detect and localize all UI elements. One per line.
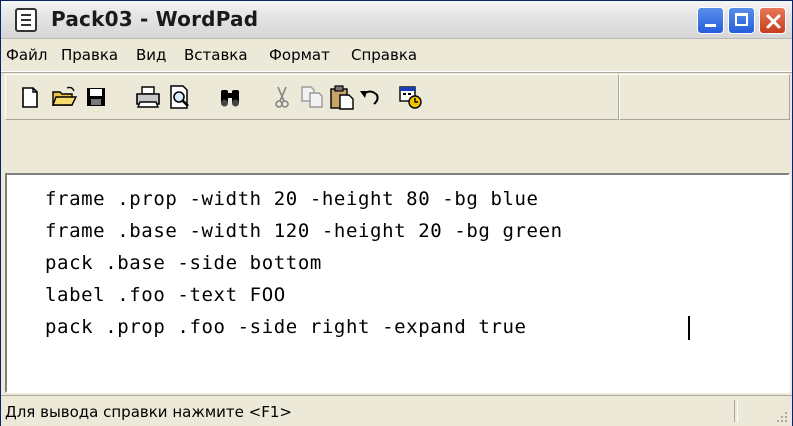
- menu-format[interactable]: Формат: [269, 46, 330, 64]
- wordpad-window: Pack03 - WordPad Файл Правка Вид Вставка…: [0, 0, 793, 426]
- close-button[interactable]: [759, 7, 786, 34]
- cut-scissors-icon[interactable]: [268, 83, 296, 111]
- minimize-icon: [705, 24, 716, 27]
- window-title: Pack03 - WordPad: [51, 7, 259, 31]
- wordpad-document-icon[interactable]: [15, 8, 37, 32]
- menu-file[interactable]: Файл: [6, 46, 47, 64]
- document-line[interactable]: pack .base -side bottom: [45, 252, 322, 274]
- document-line[interactable]: label .foo -text FOO: [45, 284, 286, 306]
- status-separator: [734, 400, 738, 422]
- print-icon[interactable]: [134, 83, 162, 111]
- document-line[interactable]: frame .base -width 120 -height 20 -bg gr…: [45, 220, 563, 242]
- status-bar: Для вывода справки нажмите <F1>: [1, 395, 792, 426]
- new-document-icon[interactable]: [16, 83, 44, 111]
- title-bar[interactable]: Pack03 - WordPad: [1, 1, 792, 39]
- menu-view[interactable]: Вид: [136, 46, 166, 64]
- status-text: Для вывода справки нажмите <F1>: [5, 403, 292, 421]
- undo-icon[interactable]: [356, 83, 384, 111]
- menu-bar: Файл Правка Вид Вставка Формат Справка: [1, 39, 792, 72]
- menu-help[interactable]: Справка: [351, 46, 417, 64]
- document-line[interactable]: frame .prop -width 20 -height 80 -bg blu…: [45, 188, 539, 210]
- save-disk-icon[interactable]: [82, 83, 110, 111]
- menu-insert[interactable]: Вставка: [184, 46, 248, 64]
- toolbar-empty-band: [619, 74, 790, 120]
- paste-clipboard-icon[interactable]: [328, 83, 356, 111]
- resize-grip-icon[interactable]: [774, 409, 788, 423]
- menu-edit[interactable]: Правка: [61, 46, 118, 64]
- maximize-icon: [735, 13, 748, 26]
- date-time-icon[interactable]: [396, 83, 424, 111]
- close-icon: [766, 14, 781, 29]
- print-preview-icon[interactable]: [166, 83, 194, 111]
- maximize-button[interactable]: [728, 7, 755, 34]
- text-caret: [688, 316, 690, 340]
- toolbar: [5, 74, 619, 120]
- document-line[interactable]: pack .prop .foo -side right -expand true: [45, 316, 527, 338]
- copy-icon[interactable]: [298, 83, 326, 111]
- minimize-button[interactable]: [697, 7, 724, 34]
- open-folder-icon[interactable]: [50, 83, 78, 111]
- find-binoculars-icon[interactable]: [216, 83, 244, 111]
